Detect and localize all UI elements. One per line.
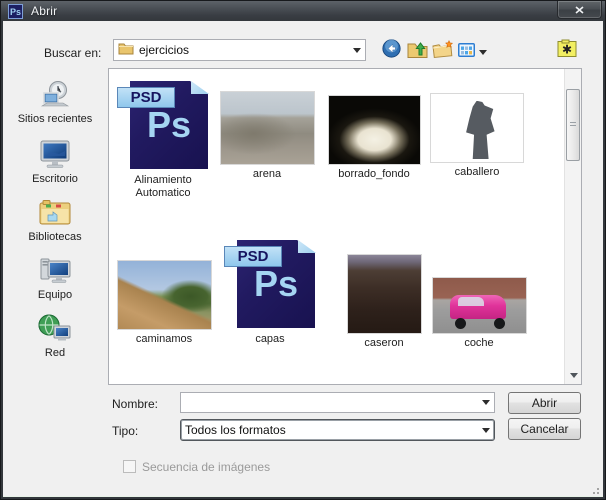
file-item-image[interactable]: borrado_fondo <box>324 96 424 181</box>
yellow-asterisk-folder-icon: ✱ <box>557 39 577 63</box>
chevron-down-icon[interactable] <box>348 40 365 60</box>
file-name: capas <box>255 333 285 345</box>
version-cue-button[interactable]: ✱ <box>556 39 578 63</box>
close-icon <box>575 5 584 14</box>
sidebar-item-desktop[interactable]: Escritorio <box>5 139 105 185</box>
scroll-up-icon[interactable] <box>565 70 582 86</box>
sidebar-item-recent-places[interactable]: Sitios recientes <box>5 79 105 125</box>
chevron-down-icon[interactable] <box>477 393 494 412</box>
sidebar-item-label: Equipo <box>37 289 73 301</box>
ps-glyph: Ps <box>146 104 192 145</box>
sidebar-item-label: Bibliotecas <box>28 231 82 243</box>
new-folder-icon <box>432 39 454 64</box>
photoshop-app-icon: Ps <box>8 4 23 19</box>
file-item-psd[interactable]: Ps PSD Alinamiento Automatico <box>110 78 216 200</box>
vertical-scrollbar[interactable] <box>564 69 581 384</box>
sidebar-item-network[interactable]: Red <box>5 313 105 359</box>
back-circle-icon <box>381 39 401 63</box>
file-name: coche <box>464 337 494 349</box>
chevron-down-icon <box>479 49 487 55</box>
view-grid-icon <box>457 42 476 63</box>
folder-up-icon <box>407 39 428 64</box>
file-name: caseron <box>364 337 404 349</box>
sidebar-item-computer[interactable]: Equipo <box>5 255 105 301</box>
sidebar-item-libraries[interactable]: Bibliotecas <box>5 197 105 243</box>
open-button[interactable]: Abrir <box>508 392 581 414</box>
sidebar-item-label: Escritorio <box>32 173 78 185</box>
recent-places-icon <box>5 79 105 111</box>
open-dialog-window: Ps Abrir Buscar en: ejercicios ✱ Sitios … <box>0 0 606 500</box>
libraries-icon <box>5 197 105 229</box>
file-type-combobox[interactable]: Todos los formatos <box>180 419 495 441</box>
psd-file-icon: Ps PSD <box>117 78 209 170</box>
sidebar-item-label: Red <box>44 347 66 359</box>
up-one-level-button[interactable] <box>406 40 428 62</box>
thumbnail-arena <box>220 92 314 164</box>
psd-badge: PSD <box>224 246 282 267</box>
network-icon <box>5 313 105 345</box>
file-item-image[interactable]: coche <box>429 278 529 350</box>
computer-icon <box>5 255 105 287</box>
scrollbar-thumb[interactable] <box>566 89 580 161</box>
image-sequence-checkbox <box>123 460 136 473</box>
ps-glyph: Ps <box>253 263 299 304</box>
file-name: Alinamiento Automatico <box>134 174 192 199</box>
svg-text:✱: ✱ <box>562 43 572 57</box>
cancel-button[interactable]: Cancelar <box>508 418 581 440</box>
file-name: arena <box>252 168 282 180</box>
resize-grip-icon[interactable] <box>590 485 600 495</box>
sidebar-item-label: Sitios recientes <box>17 113 93 125</box>
file-item-psd[interactable]: Ps PSD capas <box>217 237 323 346</box>
thumbnail-borrado-fondo <box>328 96 420 164</box>
titlebar: Ps Abrir <box>1 1 605 21</box>
file-name-combobox[interactable] <box>180 392 495 413</box>
thumbnail-caballero <box>431 94 523 162</box>
file-item-image[interactable]: caseron <box>334 255 434 350</box>
thumbnail-caseron <box>347 255 421 333</box>
scroll-down-icon[interactable] <box>565 367 582 383</box>
folder-icon <box>118 42 134 58</box>
file-type-value: Todos los formatos <box>185 423 286 437</box>
close-button[interactable] <box>557 1 602 19</box>
thumbnail-coche <box>432 278 526 333</box>
look-in-label: Buscar en: <box>44 46 102 60</box>
look-in-combobox[interactable]: ejercicios <box>113 39 366 61</box>
file-item-image[interactable]: caballero <box>427 94 527 179</box>
file-name: caminamos <box>135 333 193 345</box>
file-name: caballero <box>454 166 500 178</box>
file-item-image[interactable]: arena <box>217 92 317 181</box>
view-menu-button[interactable] <box>457 41 487 63</box>
new-folder-button[interactable] <box>432 39 454 64</box>
file-name: borrado_fondo <box>338 168 410 180</box>
look-in-value: ejercicios <box>139 43 190 57</box>
file-item-image[interactable]: caminamos <box>114 261 214 346</box>
psd-file-icon: Ps PSD <box>224 237 316 329</box>
psd-badge: PSD <box>117 87 175 108</box>
file-type-label: Tipo: <box>112 424 139 438</box>
desktop-icon <box>5 139 105 171</box>
pink-taxi <box>450 294 506 319</box>
image-sequence-label: Secuencia de imágenes <box>142 460 271 474</box>
file-name-label: Nombre: <box>112 397 159 411</box>
chevron-down-icon[interactable] <box>477 420 494 440</box>
dialog-body: Buscar en: ejercicios ✱ Sitios recientes… <box>3 21 603 497</box>
window-title: Abrir <box>31 4 58 18</box>
back-button[interactable] <box>380 39 402 63</box>
thumbnail-caminamos <box>117 261 211 329</box>
